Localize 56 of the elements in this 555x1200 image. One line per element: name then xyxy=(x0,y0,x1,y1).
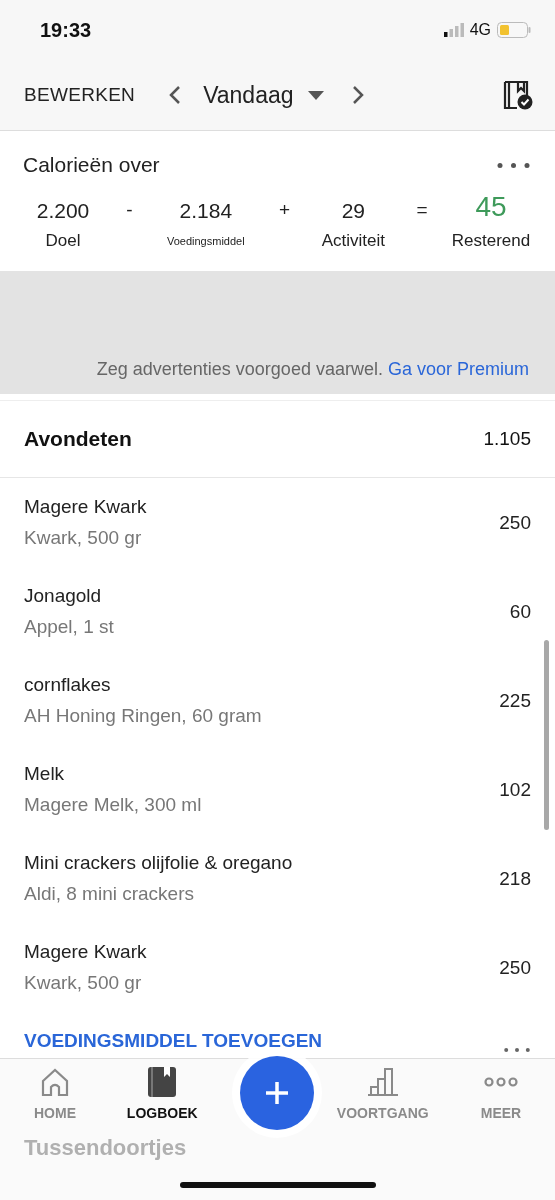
food-detail: Magere Melk, 300 ml xyxy=(24,794,202,816)
calorie-value: 2.184 xyxy=(179,198,233,223)
more-icon[interactable] xyxy=(496,162,531,168)
food-detail: Aldi, 8 mini crackers xyxy=(24,883,195,905)
previous-day-button[interactable] xyxy=(169,85,182,105)
calorie-label: Voedingsmiddel xyxy=(166,235,245,247)
book-icon xyxy=(148,1067,177,1097)
food-calories: 218 xyxy=(499,867,531,890)
meal-title: Avondeten xyxy=(24,427,132,451)
food-name[interactable]: Magere Kwark xyxy=(24,941,147,963)
signal-icon xyxy=(443,23,464,37)
food-calories: 250 xyxy=(499,511,531,534)
network-label: 4G xyxy=(469,21,491,39)
ad-text: Zeg advertenties voorgoed vaarwel. Ga voor Premium xyxy=(96,359,529,380)
tab[interactable]: LOGBOEK xyxy=(112,1067,213,1121)
chevron-right-icon xyxy=(351,85,364,105)
home-icon xyxy=(40,1067,70,1097)
add-food-link[interactable]: VOEDINGSMIDDEL TOEVOEGEN xyxy=(24,1030,323,1052)
food-name[interactable]: Mini crackers olijfolie & oregano xyxy=(24,852,293,874)
more-icon[interactable] xyxy=(503,1048,531,1052)
calorie-label: Activiteit xyxy=(321,231,385,251)
operator: + xyxy=(279,199,291,221)
food-calories: 250 xyxy=(499,956,531,979)
chevron-left-icon xyxy=(169,85,182,105)
food-name[interactable]: cornflakes xyxy=(24,674,262,696)
next-day-button[interactable] xyxy=(351,85,364,105)
premium-link[interactable]: Ga voor Premium xyxy=(387,359,529,379)
battery-icon xyxy=(497,22,531,38)
operator: = xyxy=(416,199,428,221)
date-dropdown[interactable]: Vandaag xyxy=(193,81,334,109)
calorie-label: Doel xyxy=(45,231,81,251)
food-detail: Kwark, 500 gr xyxy=(24,972,143,994)
food-detail: Kwark, 500 gr xyxy=(24,527,143,549)
food-calories: 102 xyxy=(499,778,531,801)
food-calories: 225 xyxy=(499,689,531,712)
food-detail: AH Honing Ringen, 60 gram xyxy=(24,705,262,727)
food-name[interactable]: Magere Kwark xyxy=(24,496,147,518)
section-title: Calorieën over xyxy=(23,153,160,177)
food-name[interactable]: Melk xyxy=(24,763,202,785)
operator: - xyxy=(126,199,133,221)
book-check-icon xyxy=(503,80,533,110)
plus-icon xyxy=(264,1080,290,1106)
food-name[interactable]: Jonagold xyxy=(24,585,114,607)
calorie-value: 45 xyxy=(475,190,507,223)
calorie-value: 29 xyxy=(341,198,366,223)
calorie-value: 2.200 xyxy=(36,198,90,223)
caret-icon xyxy=(307,90,324,100)
meal-total: 1.105 xyxy=(483,428,531,450)
calorie-label: Resterend xyxy=(451,231,531,251)
bar-chart-icon xyxy=(366,1067,399,1097)
food-calories: 60 xyxy=(509,600,531,623)
edit-button[interactable]: BEWERKEN xyxy=(24,84,136,106)
meal-title: Tussendoortjes xyxy=(24,1135,188,1161)
book-check-button[interactable] xyxy=(503,80,533,110)
food-detail: Appel, 1 st xyxy=(24,616,114,638)
clock: 19:33 xyxy=(40,18,92,42)
